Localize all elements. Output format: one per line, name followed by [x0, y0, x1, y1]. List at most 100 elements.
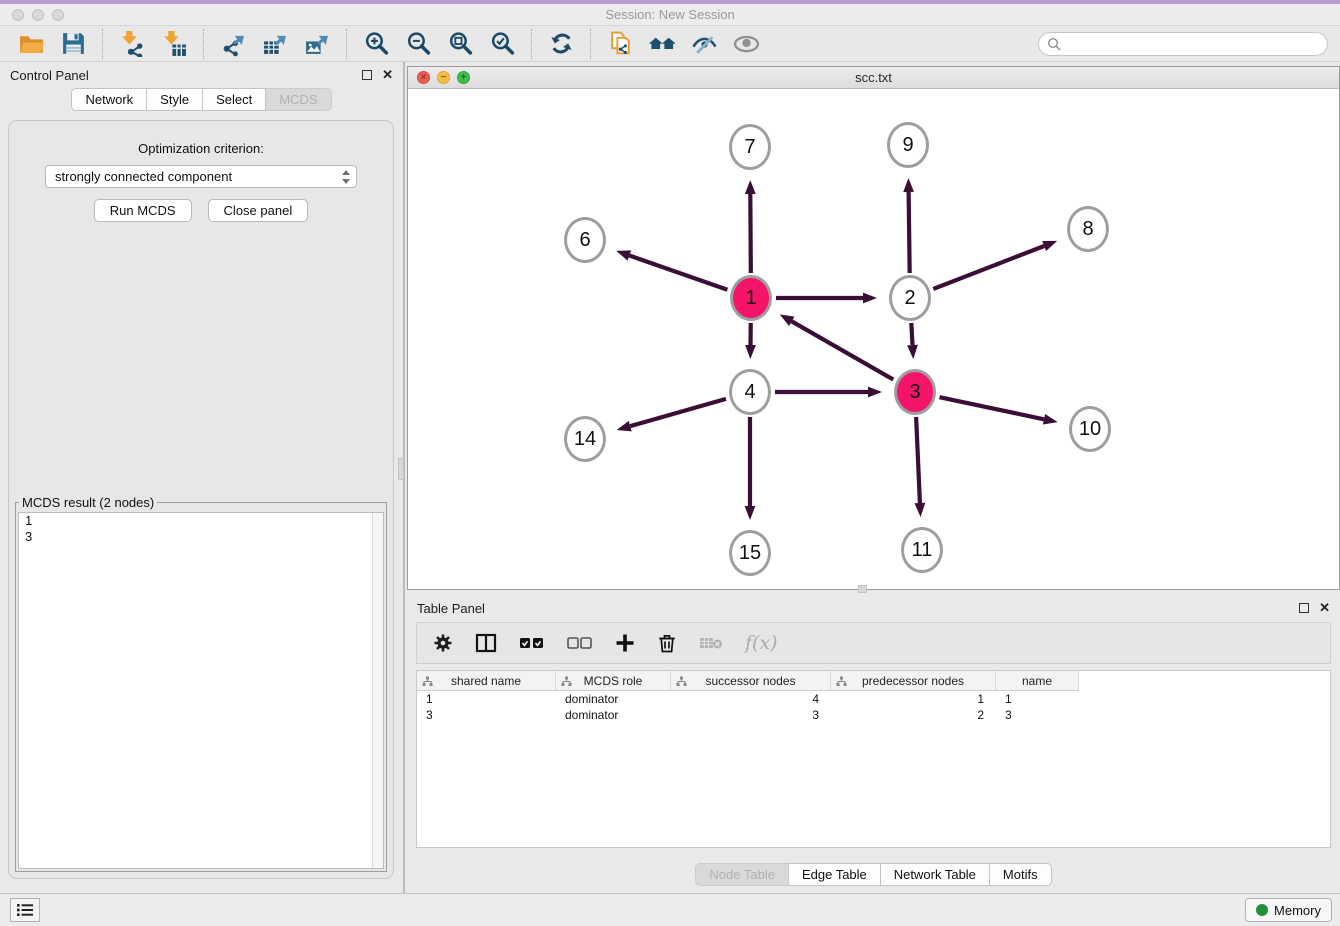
- table-cell[interactable]: dominator: [556, 691, 671, 707]
- network-window-titlebar[interactable]: × − + scc.txt: [408, 67, 1339, 89]
- mcds-result-list[interactable]: 13: [18, 512, 384, 869]
- memory-button[interactable]: Memory: [1245, 898, 1332, 922]
- dropdown-stepper-icon: [340, 169, 352, 185]
- export-table-icon[interactable]: [258, 29, 292, 59]
- graph-node-4[interactable]: 4: [729, 369, 771, 415]
- column-header-predecessor-nodes[interactable]: predecessor nodes: [831, 671, 996, 691]
- select-all-icon[interactable]: [519, 636, 545, 650]
- table-tab-edge-table[interactable]: Edge Table: [789, 863, 881, 886]
- table-tab-network-table[interactable]: Network Table: [881, 863, 990, 886]
- zoom-out-icon[interactable]: [401, 29, 435, 59]
- graph-node-1[interactable]: 1: [730, 275, 772, 321]
- zoom-selected-icon[interactable]: [485, 29, 519, 59]
- edge-arrowhead: [903, 178, 914, 192]
- console-button[interactable]: [10, 898, 40, 922]
- show-all-icon[interactable]: [729, 29, 763, 59]
- edge-3-11[interactable]: [916, 417, 920, 503]
- deselect-all-icon[interactable]: [567, 636, 593, 650]
- edge-2-9[interactable]: [909, 192, 910, 273]
- table-cell[interactable]: 1: [996, 691, 1079, 707]
- table-cell[interactable]: 2: [831, 707, 996, 723]
- network-minimize-icon[interactable]: −: [437, 71, 450, 84]
- column-header-MCDS-role[interactable]: MCDS role: [556, 671, 671, 691]
- search-input[interactable]: [1038, 32, 1328, 56]
- table-cell[interactable]: 1: [417, 691, 556, 707]
- graph-node-6[interactable]: 6: [564, 217, 606, 263]
- table-cell[interactable]: 4: [671, 691, 831, 707]
- network-canvas[interactable]: 7 9 6 8 1 2 4 3 14 10 15 11: [408, 89, 1339, 589]
- zoom-in-icon[interactable]: [359, 29, 393, 59]
- minimize-traffic-light[interactable]: [32, 9, 44, 21]
- mcds-result-node[interactable]: 3: [19, 529, 383, 545]
- delete-table-icon: [699, 635, 723, 651]
- table-settings-icon[interactable]: [433, 633, 453, 653]
- graph-node-3[interactable]: 3: [894, 369, 936, 415]
- network-maximize-icon[interactable]: +: [457, 71, 470, 84]
- hide-selected-icon[interactable]: [687, 29, 721, 59]
- tab-select[interactable]: Select: [203, 88, 266, 111]
- edge-3-10[interactable]: [939, 397, 1044, 419]
- zoom-fit-icon[interactable]: [443, 29, 477, 59]
- edge-arrowhead: [745, 180, 756, 194]
- task-list-icon: [16, 902, 34, 918]
- graph-node-2[interactable]: 2: [889, 275, 931, 321]
- refresh-icon[interactable]: [544, 29, 578, 59]
- float-table-panel-icon[interactable]: [1299, 603, 1309, 613]
- close-traffic-light[interactable]: [12, 9, 24, 21]
- graph-node-9[interactable]: 9: [887, 122, 929, 168]
- edge-2-8[interactable]: [933, 246, 1044, 289]
- first-neighbors-icon[interactable]: [645, 29, 679, 59]
- export-image-icon[interactable]: [300, 29, 334, 59]
- edge-2-3[interactable]: [911, 323, 912, 345]
- close-panel-icon[interactable]: ✕: [382, 70, 393, 80]
- table-row: 3dominator323: [417, 707, 1330, 723]
- edge-1-7[interactable]: [750, 194, 751, 273]
- criterion-dropdown[interactable]: strongly connected component: [45, 165, 357, 188]
- edge-1-6[interactable]: [629, 256, 727, 290]
- zoom-traffic-light[interactable]: [52, 9, 64, 21]
- open-session-icon[interactable]: [14, 29, 48, 59]
- delete-row-icon[interactable]: [657, 633, 677, 653]
- import-table-icon[interactable]: [157, 29, 191, 59]
- panel-splitter-handle[interactable]: [398, 458, 404, 480]
- graph-node-11[interactable]: 11: [901, 527, 943, 573]
- export-network-icon[interactable]: [216, 29, 250, 59]
- graph-node-10[interactable]: 10: [1069, 406, 1111, 452]
- table-tab-motifs[interactable]: Motifs: [990, 863, 1052, 886]
- graph-node-14[interactable]: 14: [564, 416, 606, 462]
- duplicate-network-icon[interactable]: [603, 29, 637, 59]
- close-table-panel-icon[interactable]: ✕: [1319, 603, 1330, 613]
- tab-style[interactable]: Style: [147, 88, 203, 111]
- column-header-shared-name[interactable]: shared name: [417, 671, 556, 691]
- table-tab-node-table[interactable]: Node Table: [695, 863, 789, 886]
- split-view-icon[interactable]: [475, 633, 497, 653]
- table-cell[interactable]: 3: [417, 707, 556, 723]
- graph-node-15[interactable]: 15: [729, 530, 771, 576]
- edge-4-14[interactable]: [630, 399, 726, 426]
- table-cell[interactable]: 3: [996, 707, 1079, 723]
- graph-node-7[interactable]: 7: [729, 124, 771, 170]
- table-tabs: Node TableEdge TableNetwork TableMotifs: [695, 863, 1051, 886]
- run-mcds-button[interactable]: Run MCDS: [94, 199, 192, 222]
- close-panel-button[interactable]: Close panel: [208, 199, 309, 222]
- network-splitter-handle[interactable]: [858, 585, 867, 593]
- graph-node-8[interactable]: 8: [1067, 206, 1109, 252]
- edge-3-1[interactable]: [792, 321, 894, 379]
- column-header-successor-nodes[interactable]: successor nodes: [671, 671, 831, 691]
- tab-mcds[interactable]: MCDS: [266, 88, 331, 111]
- table-cell[interactable]: dominator: [556, 707, 671, 723]
- edge-arrowhead: [1043, 414, 1058, 425]
- table-cell[interactable]: 3: [671, 707, 831, 723]
- table-cell[interactable]: 1: [831, 691, 996, 707]
- network-title: scc.txt: [408, 67, 1339, 88]
- add-row-icon[interactable]: [615, 633, 635, 653]
- tab-network[interactable]: Network: [71, 88, 147, 111]
- network-close-icon[interactable]: ×: [417, 71, 430, 84]
- column-header-name[interactable]: name: [996, 671, 1079, 691]
- float-panel-icon[interactable]: [362, 70, 372, 80]
- result-scrollbar[interactable]: [372, 513, 383, 868]
- mcds-result-node[interactable]: 1: [19, 513, 383, 529]
- save-session-icon[interactable]: [56, 29, 90, 59]
- import-network-icon[interactable]: [115, 29, 149, 59]
- search-field[interactable]: [1061, 34, 1327, 54]
